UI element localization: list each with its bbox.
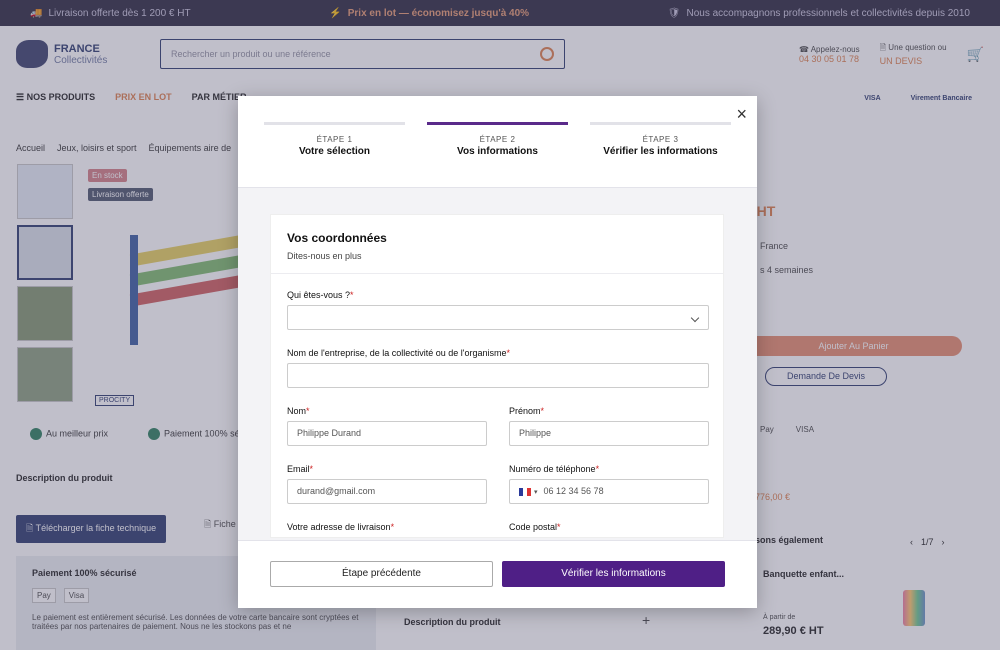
france-flag-icon[interactable] [519,487,531,496]
step-1[interactable]: ÉTAPE 1 Votre sélection [264,122,405,157]
chevron-down-icon [690,313,700,323]
prenom-input[interactable]: Philippe [509,421,709,446]
address-input[interactable] [287,537,487,538]
email-input[interactable]: durand@gmail.com [287,479,487,504]
tel-label: Numéro de téléphone* [509,464,600,474]
modal-header: × ÉTAPE 1 Votre sélection ÉTAPE 2 Vos info… [238,96,757,188]
stepper: ÉTAPE 1 Votre sélection ÉTAPE 2 Vos inform… [264,122,731,157]
modal-footer: Étape précédente Vérifier les informatio… [238,540,757,608]
company-label: Nom de l'entreprise, de la collectivité … [287,348,511,358]
form-subtitle: Dites-nous en plus [287,251,362,261]
step-3[interactable]: ÉTAPE 3 Vérifier les informations [590,122,731,157]
nom-input[interactable]: Philippe Durand [287,421,487,446]
nom-label: Nom* [287,406,310,416]
who-select[interactable] [287,305,709,330]
postal-input[interactable] [509,537,709,538]
email-label: Email* [287,464,314,474]
contact-form: Vos coordonnées Dites-nous en plus Qui ê… [270,214,724,538]
prenom-label: Prénom* [509,406,545,416]
quote-modal: × ÉTAPE 1 Votre sélection ÉTAPE 2 Vos info… [238,96,757,608]
who-label: Qui êtes-vous ?* [287,290,354,300]
step-bar [427,122,568,125]
close-icon[interactable]: × [736,104,747,125]
step-bar [264,122,405,125]
address-label: Votre adresse de livraison* [287,522,395,532]
form-header: Vos coordonnées Dites-nous en plus [271,215,723,274]
postal-label: Code postal* [509,522,561,532]
step-bar [590,122,731,125]
caret-down-icon: ▾ [534,489,538,496]
tel-input[interactable]: ▾ 06 12 34 56 78 [509,479,709,504]
previous-step-button[interactable]: Étape précédente [270,561,493,587]
company-input[interactable] [287,363,709,388]
verify-button[interactable]: Vérifier les informations [502,561,725,587]
form-title: Vos coordonnées [287,231,387,245]
step-2[interactable]: ÉTAPE 2 Vos informations [427,122,568,157]
